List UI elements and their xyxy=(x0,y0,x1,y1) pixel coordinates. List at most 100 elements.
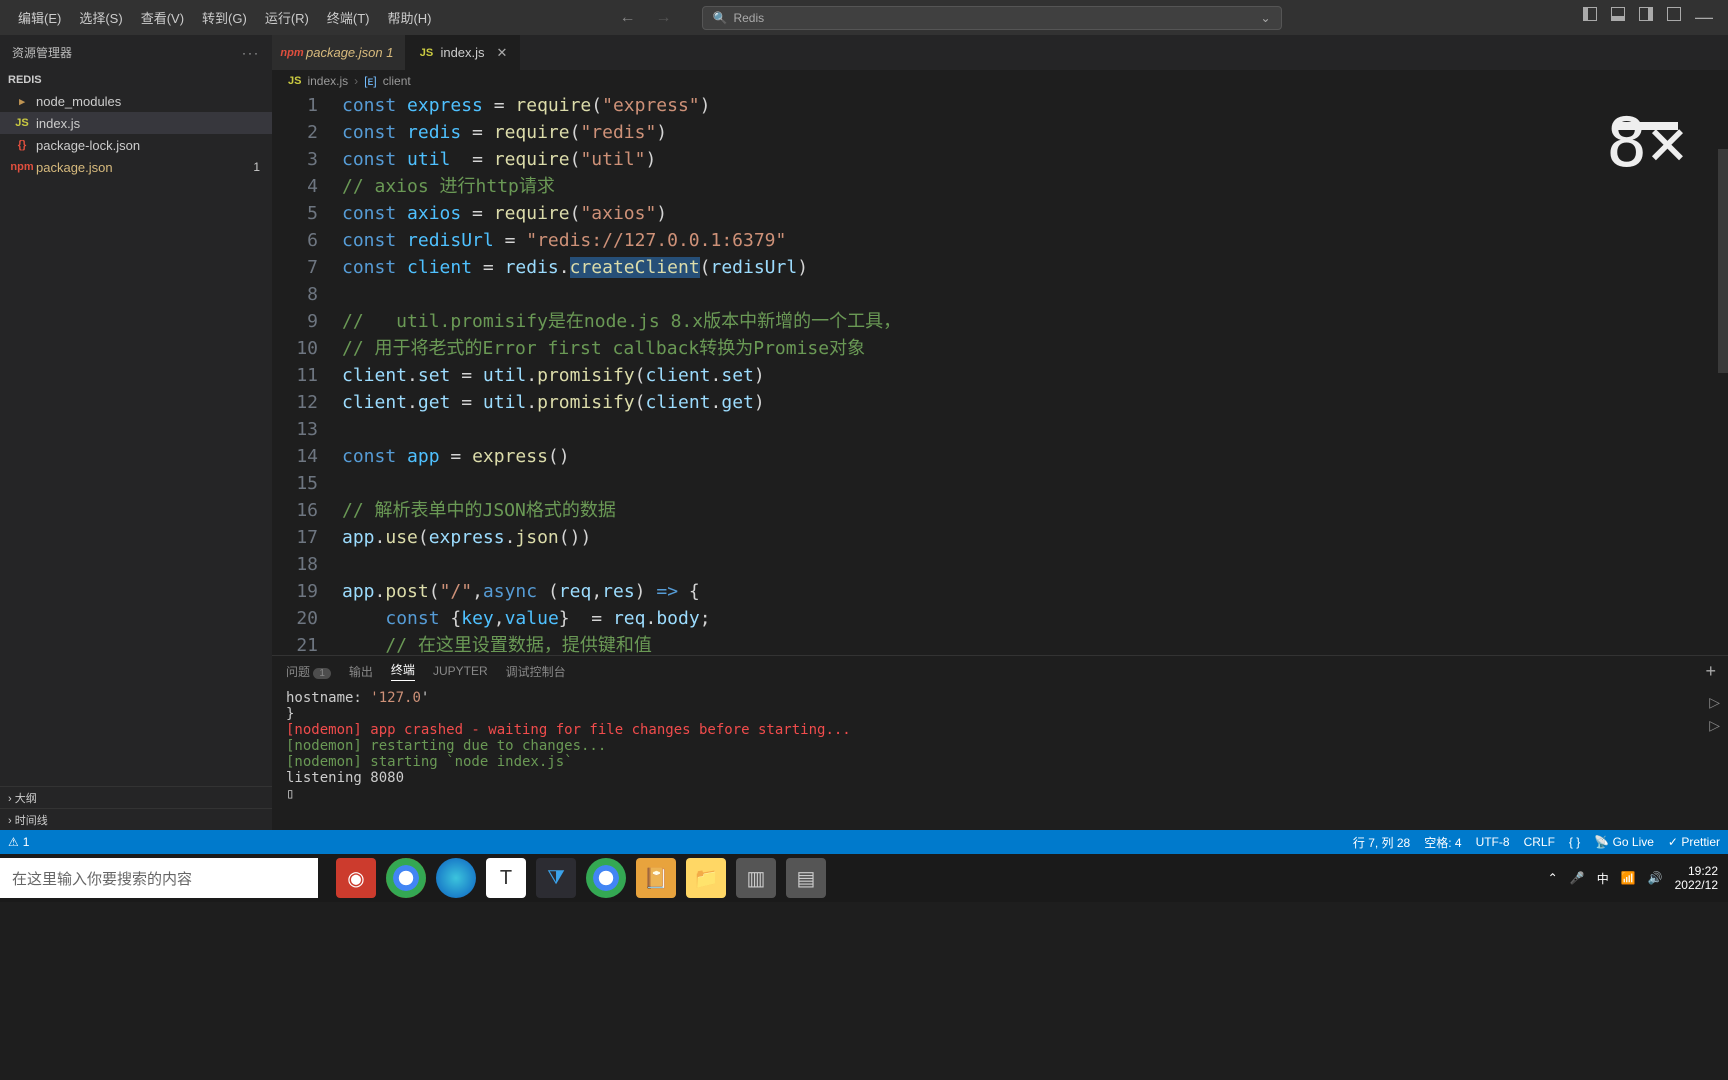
sidebar-header: 资源管理器 ··· xyxy=(0,35,272,70)
layout-controls: — xyxy=(1583,7,1713,28)
tray-clock[interactable]: 19:22 2022/12 xyxy=(1675,864,1718,892)
statusbar: ⚠ 1 行 7, 列 28 空格: 4 UTF-8 CRLF { } 📡 Go … xyxy=(0,830,1728,854)
windows-search[interactable]: 在这里输入你要搜索的内容 xyxy=(0,858,318,898)
pkg-icon: npm xyxy=(14,161,30,173)
panel-tab[interactable]: 问题 1 xyxy=(286,663,331,680)
sidebar-section[interactable]: › 时间线 xyxy=(0,808,272,830)
status-spaces[interactable]: 空格: 4 xyxy=(1424,834,1461,851)
json-icon: {} xyxy=(14,139,30,151)
tray-volume-icon[interactable]: 🔊 xyxy=(1648,871,1663,885)
terminal-output[interactable]: hostname: '127.0'}[nodemon] app crashed … xyxy=(272,686,1728,806)
editor[interactable]: 123456789101112131415161718192021 const … xyxy=(272,92,1728,655)
status-eol[interactable]: CRLF xyxy=(1524,835,1555,849)
panel-tabs: 问题 1 输出 终端 JUPYTER 调试控制台 + xyxy=(272,656,1728,686)
nav-fwd-icon[interactable]: → xyxy=(656,9,672,27)
tray-ime[interactable]: 中 xyxy=(1597,870,1609,887)
speed-text: 8× xyxy=(1606,130,1688,157)
playback-speed-overlay: 8× xyxy=(1606,112,1688,157)
task-app-9[interactable]: ▤ xyxy=(786,858,826,898)
command-center[interactable]: 🔍 Redis ⌄ xyxy=(702,6,1282,30)
tray-mic-icon[interactable]: 🎤 xyxy=(1570,871,1585,885)
task-notes[interactable]: 📔 xyxy=(636,858,676,898)
symbol-icon: [ᴇ] xyxy=(364,74,377,88)
menu-item[interactable]: 查看(V) xyxy=(133,4,192,31)
task-explorer[interactable]: 📁 xyxy=(686,858,726,898)
status-encoding[interactable]: UTF-8 xyxy=(1476,835,1510,849)
task-vscode[interactable]: ⧩ xyxy=(536,858,576,898)
sidebar-bottom: › 大纲› 时间线 xyxy=(0,786,272,830)
line-gutter: 123456789101112131415161718192021 xyxy=(272,92,342,655)
editor-group: npmpackage.json 1JSindex.js✕ JS index.js… xyxy=(272,35,1728,830)
panel: 问题 1 输出 终端 JUPYTER 调试控制台 + ▷ ▷ hostname: '127… xyxy=(272,655,1728,830)
tray-wifi-icon[interactable]: 📶 xyxy=(1621,871,1636,885)
window-minimize-icon[interactable]: — xyxy=(1695,7,1713,28)
panel-tab[interactable]: 输出 xyxy=(349,663,373,680)
warning-icon: ⚠ xyxy=(8,835,19,849)
editor-tab[interactable]: npmpackage.json 1 xyxy=(272,35,406,70)
panel-tab[interactable]: 终端 xyxy=(391,661,415,681)
editor-tab[interactable]: JSindex.js✕ xyxy=(406,35,520,70)
sidebar-title: 资源管理器 xyxy=(12,44,72,61)
menu-item[interactable]: 帮助(H) xyxy=(379,4,439,31)
menu-item[interactable]: 终端(T) xyxy=(319,4,378,31)
js-icon: JS xyxy=(418,47,434,59)
sidebar-section[interactable]: › 大纲 xyxy=(0,786,272,808)
task-edge[interactable] xyxy=(436,858,476,898)
layout-customize-icon[interactable] xyxy=(1667,7,1681,21)
panel-side-controls: ▷ ▷ xyxy=(1709,694,1720,734)
status-lang[interactable]: { } xyxy=(1569,835,1580,849)
more-icon[interactable]: ··· xyxy=(242,46,260,60)
tabbar: npmpackage.json 1JSindex.js✕ xyxy=(272,35,1728,70)
task-app-8[interactable]: ▥ xyxy=(736,858,776,898)
menu-item[interactable]: 编辑(E) xyxy=(10,4,69,31)
task-chrome[interactable] xyxy=(386,858,426,898)
menu-item[interactable]: 选择(S) xyxy=(71,4,130,31)
minimap[interactable] xyxy=(1718,149,1728,655)
breadcrumb[interactable]: JS index.js › [ᴇ] client xyxy=(272,70,1728,92)
menu-item[interactable]: 转到(G) xyxy=(194,4,255,31)
code-area[interactable]: const express = require("express")const … xyxy=(342,92,1728,655)
tree-item[interactable]: ▸node_modules xyxy=(0,90,272,112)
breadcrumb-symbol: client xyxy=(383,74,411,88)
tree-item[interactable]: JSindex.js xyxy=(0,112,272,134)
tree-item[interactable]: {}package-lock.json xyxy=(0,134,272,156)
system-tray: ⌃ 🎤 中 📶 🔊 19:22 2022/12 xyxy=(1548,864,1718,892)
tree-item[interactable]: npmpackage.json1 xyxy=(0,156,272,178)
chevron-down-icon[interactable]: ⌄ xyxy=(1260,11,1270,25)
breadcrumb-file: index.js xyxy=(307,74,348,88)
search-text: Redis xyxy=(733,11,764,25)
panel-tab[interactable]: 调试控制台 xyxy=(506,663,566,680)
task-text[interactable]: T xyxy=(486,858,526,898)
sidebar: 资源管理器 ··· REDIS ▸node_modulesJSindex.js{… xyxy=(0,35,272,830)
section-label[interactable]: REDIS xyxy=(0,70,272,90)
menubar: 编辑(E)选择(S)查看(V)转到(G)运行(R)终端(T)帮助(H) xyxy=(0,4,440,31)
folder-icon: ▸ xyxy=(14,95,30,108)
nav-back-icon[interactable]: ← xyxy=(620,9,636,27)
menu-item[interactable]: 运行(R) xyxy=(257,4,317,31)
taskbar: 在这里输入你要搜索的内容 ◉ T ⧩ 📔 📁 ▥ ▤ ⌃ 🎤 中 📶 🔊 19:… xyxy=(0,854,1728,902)
nav-arrows: ← → xyxy=(620,9,672,27)
terminal-side-icon[interactable]: ▷ xyxy=(1709,694,1720,711)
task-icons: ◉ T ⧩ 📔 📁 ▥ ▤ xyxy=(336,858,826,898)
search-icon: 🔍 xyxy=(713,11,728,25)
status-cursor[interactable]: 行 7, 列 28 xyxy=(1353,834,1410,851)
chevron-right-icon: › xyxy=(354,74,358,88)
status-golive[interactable]: 📡 Go Live xyxy=(1594,835,1654,849)
layout-sidebar-left-icon[interactable] xyxy=(1583,7,1597,21)
js-icon: JS xyxy=(14,117,30,129)
layout-sidebar-right-icon[interactable] xyxy=(1639,7,1653,21)
new-terminal-icon[interactable]: + xyxy=(1705,661,1716,682)
terminal-side-icon2[interactable]: ▷ xyxy=(1709,717,1720,734)
pkg-icon: npm xyxy=(284,47,300,59)
js-icon: JS xyxy=(288,75,301,87)
titlebar: 编辑(E)选择(S)查看(V)转到(G)运行(R)终端(T)帮助(H) ← → … xyxy=(0,0,1728,35)
status-warnings[interactable]: ⚠ 1 xyxy=(8,835,29,849)
tray-chevron-icon[interactable]: ⌃ xyxy=(1548,871,1558,885)
status-prettier[interactable]: ✓ Prettier xyxy=(1668,835,1720,849)
layout-panel-icon[interactable] xyxy=(1611,7,1625,21)
task-app-1[interactable]: ◉ xyxy=(336,858,376,898)
task-chrome2[interactable] xyxy=(586,858,626,898)
file-tree: ▸node_modulesJSindex.js{}package-lock.js… xyxy=(0,90,272,178)
close-icon[interactable]: ✕ xyxy=(497,45,508,61)
panel-tab[interactable]: JUPYTER xyxy=(433,664,488,678)
